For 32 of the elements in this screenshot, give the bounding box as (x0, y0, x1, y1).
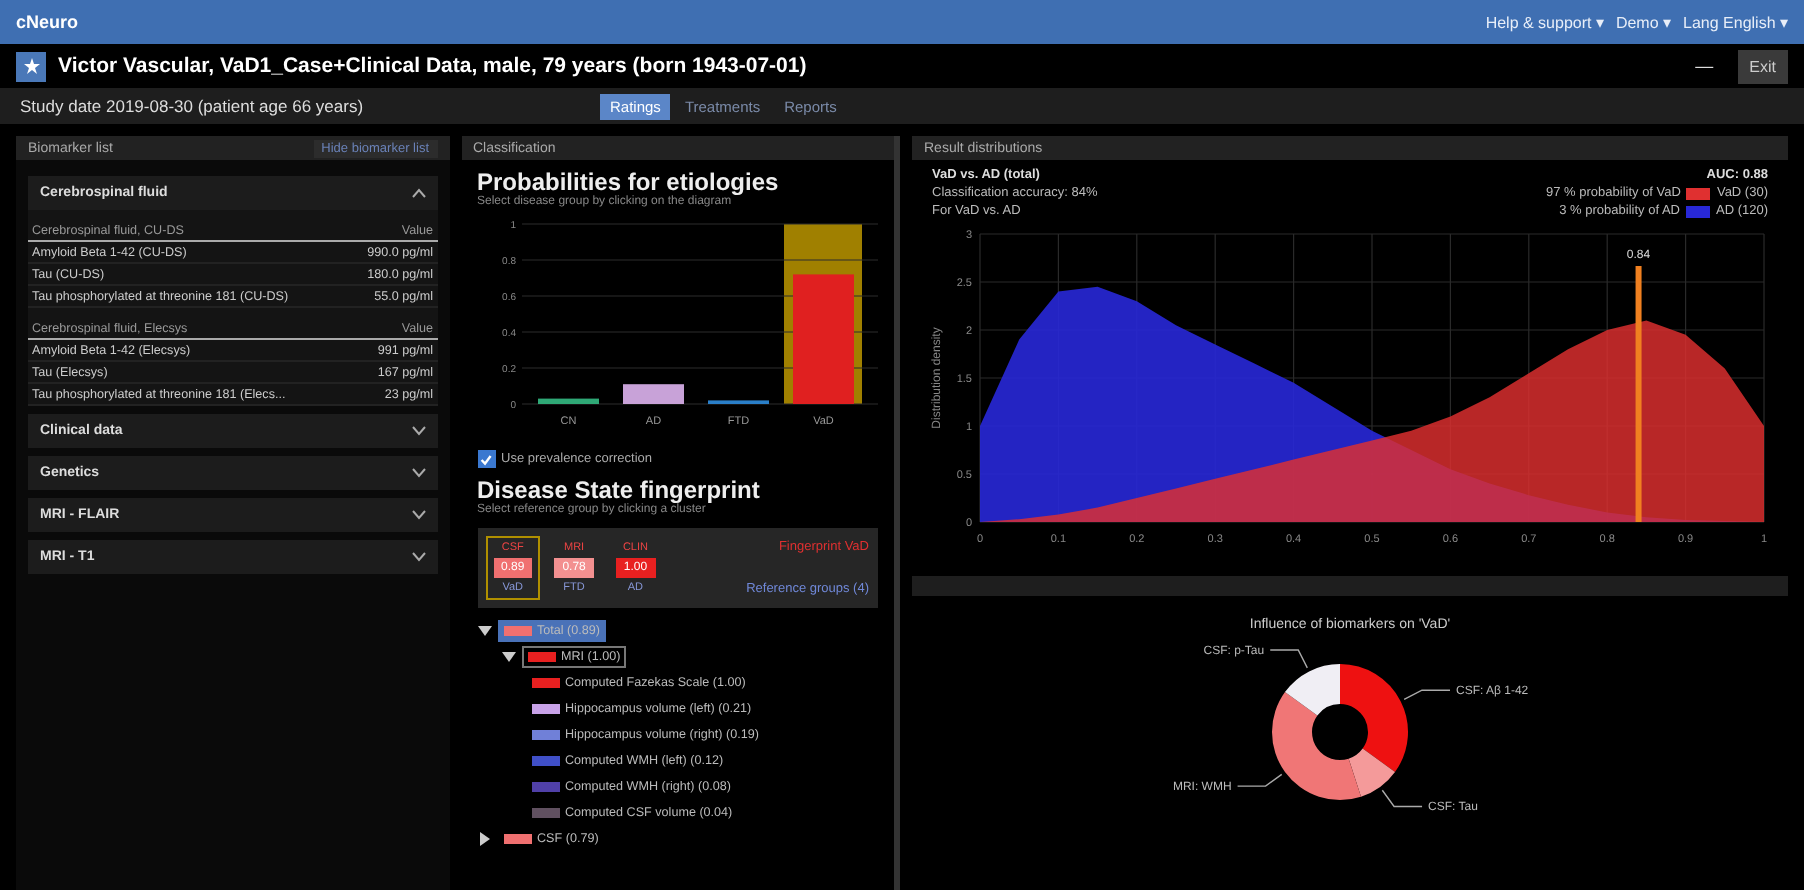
chevron-up-icon (411, 188, 425, 198)
minimize-button[interactable]: — (1683, 54, 1726, 78)
bar[interactable] (537, 398, 598, 404)
caret-right-icon (477, 832, 491, 846)
chevron-down-icon (411, 468, 425, 478)
chevron-down-icon (411, 510, 425, 520)
patient-menu-button[interactable] (16, 51, 46, 81)
app-logo: cNeuro (16, 12, 79, 32)
checkbox[interactable] (477, 450, 495, 468)
donut-slice[interactable] (1348, 748, 1395, 797)
leader-line (1403, 689, 1451, 700)
patient-title: Victor Vascular, VaD1_Case+Clinical Data, male, 79 years (born 1943-07-01) (58, 54, 807, 78)
study-date: Study date 2019-08-30 (patient age 66 years) (20, 96, 366, 116)
donut-slice[interactable] (1340, 664, 1408, 772)
collapse-toggle[interactable] (501, 650, 515, 664)
menu-button[interactable]: Lang English ▾ (1683, 13, 1788, 31)
leader-line (1236, 773, 1283, 787)
check-icon (480, 453, 492, 465)
exit-button[interactable]: Exit (1737, 49, 1788, 83)
star-icon (23, 58, 39, 74)
chevron-down-icon (411, 552, 425, 562)
menu-button[interactable]: Help & support ▾ (1485, 13, 1604, 31)
section-title: Disease State fingerprint (477, 476, 760, 504)
leader-line (1269, 649, 1308, 669)
donut-slice[interactable] (1272, 692, 1361, 800)
leader-line (1381, 789, 1423, 808)
collapse-toggle[interactable] (477, 624, 491, 638)
chevron-down-icon (411, 426, 425, 436)
menu-button[interactable]: Demo ▾ (1615, 13, 1672, 31)
donut-slice[interactable] (1285, 664, 1340, 716)
section-title: Probabilities for etiologies (477, 168, 779, 196)
expand-toggle[interactable] (477, 832, 491, 846)
